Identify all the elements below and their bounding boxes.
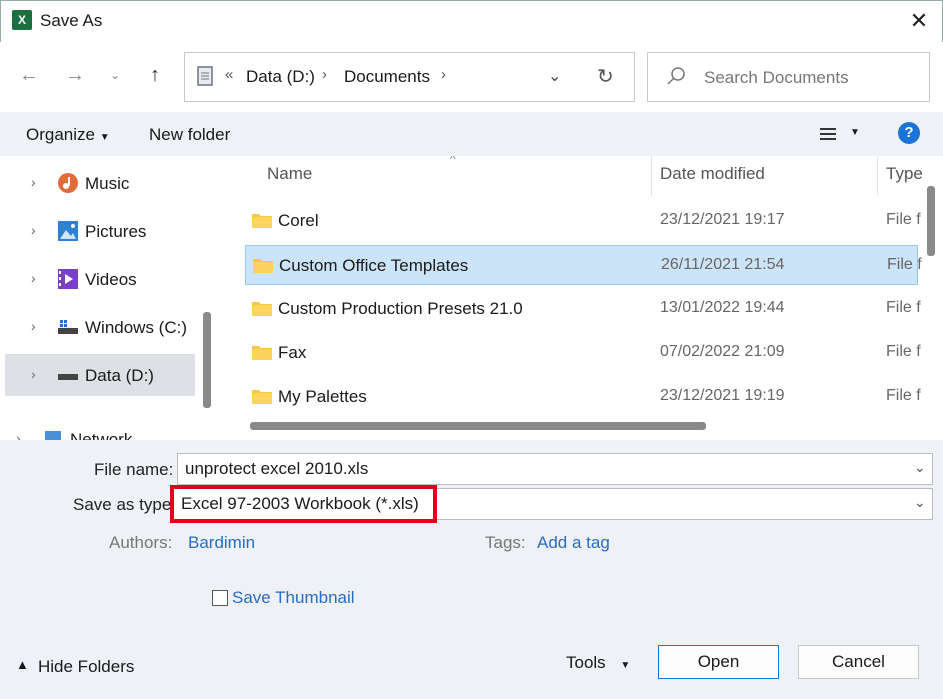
up-button[interactable]: ↑ (142, 60, 168, 90)
column-header-name[interactable]: Name (267, 164, 312, 184)
videos-icon (58, 269, 78, 289)
search-icon (667, 67, 685, 85)
refresh-icon[interactable]: ↻ (597, 64, 614, 89)
file-name-value: unprotect excel 2010.xls (185, 459, 369, 478)
file-name-dropdown-icon[interactable]: ⌄ (914, 459, 926, 476)
network-icon (45, 431, 61, 440)
window-title: Save As (40, 11, 103, 30)
view-dropdown-icon[interactable]: ▼ (850, 127, 860, 138)
chevron-right-icon[interactable]: › (31, 366, 36, 382)
chevron-right-icon[interactable]: › (31, 222, 36, 238)
authors-value[interactable]: Bardimin (188, 533, 255, 553)
address-overflow[interactable]: « (225, 66, 233, 83)
nav-item-data-d[interactable]: › Data (D:) (5, 354, 195, 396)
chevron-right-icon[interactable]: › (31, 318, 36, 334)
chevron-right-icon[interactable]: › (31, 270, 36, 286)
address-dropdown-icon[interactable]: ⌄ (548, 66, 561, 86)
save-thumbnail-checkbox[interactable] (212, 590, 228, 606)
drive-icon (58, 374, 78, 380)
tags-label: Tags: (485, 533, 526, 552)
navigation-pane: › Music › Pictures › Videos › Windows (C… (0, 156, 218, 440)
cancel-button[interactable]: Cancel (798, 645, 919, 679)
tools-button[interactable]: Tools ▼ (566, 653, 630, 673)
file-row[interactable]: Custom Office Templates 26/11/2021 21:54… (245, 245, 922, 285)
nav-item-network[interactable]: › Network (0, 418, 180, 440)
file-row[interactable]: Custom Production Presets 21.0 13/01/202… (245, 289, 921, 329)
pictures-icon (58, 221, 78, 241)
save-thumbnail-label[interactable]: Save Thumbnail (232, 588, 355, 608)
breadcrumb-data-drive[interactable]: Data (D:) (246, 67, 315, 87)
chevron-right-icon[interactable]: › (31, 174, 36, 190)
horizontal-scrollbar[interactable] (250, 422, 706, 430)
column-divider[interactable] (877, 156, 878, 196)
authors-label: Authors: (109, 533, 173, 552)
nav-item-videos[interactable]: › Videos (5, 258, 195, 300)
folder-icon (252, 214, 272, 228)
caret-up-icon[interactable]: ▲ (16, 657, 29, 672)
chevron-right-icon[interactable]: › (441, 66, 446, 83)
music-icon (58, 173, 78, 193)
chevron-right-icon[interactable]: › (322, 66, 327, 83)
forward-button[interactable]: → (62, 60, 88, 90)
file-name-label: File name: (94, 460, 174, 479)
sort-up-icon: ^ (450, 156, 456, 166)
caret-down-icon: ▼ (620, 660, 631, 671)
column-divider[interactable] (651, 156, 652, 196)
folder-icon (252, 390, 272, 404)
excel-icon: X (12, 10, 32, 30)
save-as-type-dropdown-icon[interactable]: ⌄ (914, 494, 926, 511)
file-row[interactable]: My Palettes 23/12/2021 19:19 File f (245, 377, 921, 417)
breadcrumb-documents[interactable]: Documents (344, 67, 430, 87)
new-folder-button[interactable]: New folder (149, 125, 230, 145)
chevron-right-icon[interactable]: › (16, 430, 21, 440)
column-header-type[interactable]: Type (886, 164, 923, 184)
search-placeholder: Search Documents (704, 68, 849, 87)
folder-icon (252, 302, 272, 316)
file-row[interactable]: Corel 23/12/2021 19:17 File f (245, 201, 921, 241)
recent-dropdown-button[interactable]: ⌄ (102, 60, 128, 90)
folder-icon (252, 346, 272, 360)
organize-button[interactable]: Organize ▼ (26, 125, 110, 145)
hide-folders-button[interactable]: Hide Folders (38, 657, 134, 677)
add-tag-link[interactable]: Add a tag (537, 533, 610, 553)
open-button[interactable]: Open (658, 645, 779, 679)
nav-item-pictures[interactable]: › Pictures (5, 210, 195, 252)
nav-item-windows-c[interactable]: › Windows (C:) (5, 306, 195, 348)
title-bar (0, 0, 943, 42)
file-name-input[interactable]: unprotect excel 2010.xls (177, 453, 933, 485)
nav-scrollbar[interactable] (203, 312, 211, 408)
view-list-icon[interactable] (819, 126, 837, 142)
vertical-scrollbar[interactable] (927, 186, 935, 256)
back-button[interactable]: ← (16, 60, 42, 90)
caret-down-icon: ▼ (99, 132, 110, 143)
folder-icon (253, 259, 273, 273)
close-icon[interactable]: ✕ (904, 6, 934, 36)
help-icon[interactable]: ? (898, 122, 920, 144)
drive-icon (58, 320, 78, 334)
save-as-type-label: Save as type: (73, 495, 177, 514)
command-bar (0, 112, 943, 156)
column-header-date-modified[interactable]: Date modified (660, 164, 765, 184)
file-row[interactable]: Fax 07/02/2022 21:09 File f (245, 333, 921, 373)
nav-item-music[interactable]: › Music (5, 162, 195, 204)
document-icon (197, 66, 213, 86)
file-list: ^ Name Date modified Type Corel 23/12/20… (219, 156, 943, 440)
highlight-box (170, 485, 437, 523)
